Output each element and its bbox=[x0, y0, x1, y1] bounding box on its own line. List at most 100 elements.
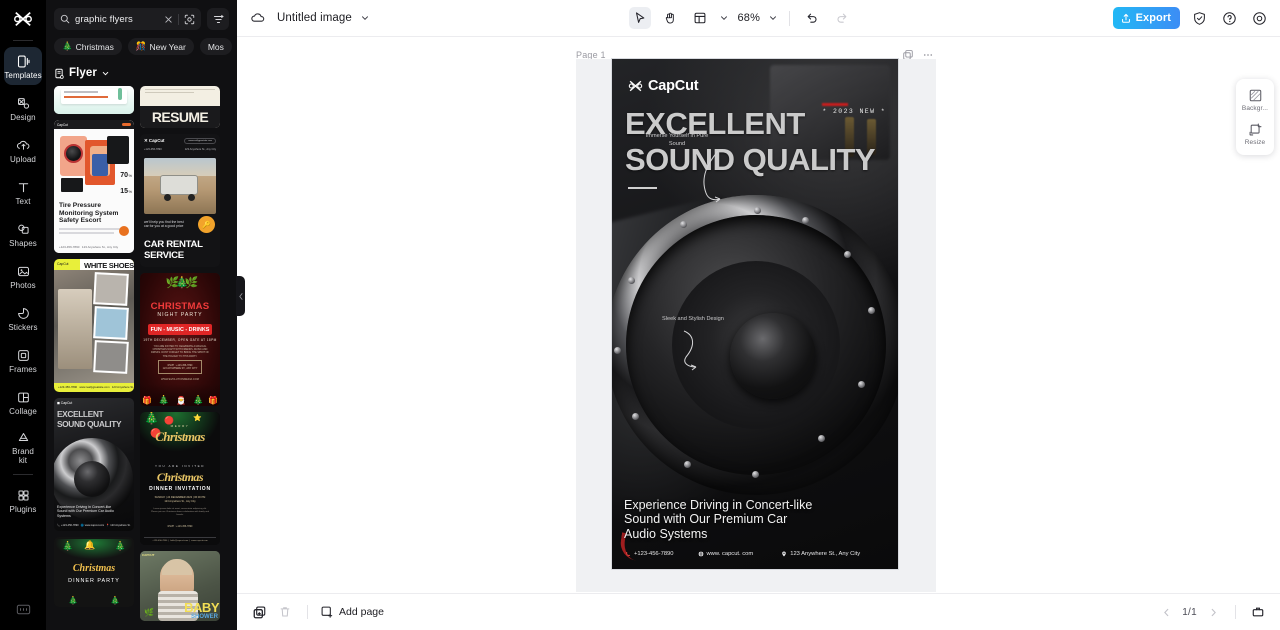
card-title: Christmas bbox=[156, 470, 204, 484]
card-title: EXCELLENT SOUND QUALITY bbox=[57, 409, 122, 429]
card-title: CHRISTMAS bbox=[150, 301, 210, 312]
canvas-area[interactable]: Page 1 CapCut EXCELLENT SOUND QUALITY * … bbox=[237, 37, 1280, 593]
template-card-resume[interactable]: RESUME bbox=[140, 86, 220, 128]
speaker-photo bbox=[612, 195, 898, 495]
sidebar-item-label: Frames bbox=[9, 365, 37, 374]
layout-button[interactable] bbox=[689, 7, 711, 29]
card-title: Tire Pressure Monitoring System Safety E… bbox=[59, 202, 119, 225]
chip-most-popular[interactable]: Mos bbox=[199, 38, 232, 55]
search-input[interactable]: graphic flyers bbox=[54, 8, 201, 30]
next-page-button[interactable] bbox=[1203, 602, 1223, 622]
sidebar-item-templates[interactable]: Templates bbox=[4, 47, 42, 85]
category-selector[interactable]: Flyer bbox=[46, 55, 237, 86]
brand-lockup[interactable]: CapCut bbox=[628, 78, 699, 94]
hand-tool-button[interactable] bbox=[659, 7, 681, 29]
keyboard-shortcuts-icon[interactable] bbox=[0, 603, 46, 616]
brand-kit-icon bbox=[16, 429, 31, 445]
sidebar-item-shapes[interactable]: Shapes bbox=[4, 215, 42, 253]
document-title[interactable]: Untitled image bbox=[277, 12, 352, 24]
help-button[interactable] bbox=[1218, 7, 1240, 29]
search-row: graphic flyers bbox=[46, 0, 237, 30]
template-card-green-contact[interactable] bbox=[54, 86, 134, 114]
card-brand: CapCut bbox=[57, 262, 69, 267]
sidebar-item-label: Photos bbox=[10, 281, 36, 290]
zoom-level[interactable]: 68% bbox=[737, 12, 760, 24]
footer-headline[interactable]: Experience Driving in Concert-like Sound… bbox=[624, 498, 814, 542]
redo-button[interactable] bbox=[831, 7, 853, 29]
sidebar-item-brand-kit[interactable]: Brand kit bbox=[4, 425, 42, 468]
page-count: 1/1 bbox=[1182, 606, 1197, 618]
capcut-logo-icon[interactable] bbox=[0, 0, 46, 38]
shield-check-icon bbox=[1192, 11, 1207, 26]
new-badge[interactable]: * 2023 NEW * bbox=[822, 108, 886, 115]
sidebar-item-upload[interactable]: Upload bbox=[4, 131, 42, 169]
sidebar-item-design[interactable]: Design bbox=[4, 89, 42, 127]
visual-search-icon[interactable] bbox=[184, 14, 195, 25]
background-button[interactable]: Backgr... bbox=[1238, 84, 1272, 115]
template-card-white-shoes[interactable]: CapCut WHITE SHOES +123-456-7890 www.rea… bbox=[54, 259, 134, 392]
text-icon bbox=[16, 179, 31, 195]
sidebar-item-label: Stickers bbox=[8, 323, 38, 332]
resize-label: Resize bbox=[1244, 139, 1266, 146]
contact-address[interactable]: 123 Anywhere St., Any City bbox=[781, 551, 860, 557]
close-icon[interactable] bbox=[164, 15, 173, 24]
phone-icon bbox=[625, 551, 631, 557]
card-title: WHITE SHOES bbox=[84, 260, 134, 270]
sidebar-item-stickers[interactable]: Stickers bbox=[4, 299, 42, 337]
select-tool-button[interactable] bbox=[629, 7, 652, 29]
contact-website-label: www. capcut. com bbox=[706, 551, 754, 557]
background-label: Backgr... bbox=[1241, 105, 1269, 112]
contact-phone[interactable]: +123-456-7890 bbox=[625, 551, 674, 557]
chevron-down-icon[interactable] bbox=[719, 13, 729, 23]
template-card-tire-pressure[interactable]: CapCut 70 % 15 % Tire Pressure Monitorin… bbox=[54, 120, 134, 253]
flyer-icon bbox=[54, 68, 65, 79]
templates-panel: graphic flyers 🎄 Christmas 🎊 New Year Mo… bbox=[46, 0, 245, 630]
duplicate-button[interactable] bbox=[249, 602, 269, 622]
contact-website[interactable]: www. capcut. com bbox=[698, 551, 754, 557]
chip-new-year[interactable]: 🎊 New Year bbox=[127, 38, 194, 55]
filter-icon bbox=[213, 14, 224, 25]
speaker-dome bbox=[730, 313, 816, 399]
sidebar-item-text[interactable]: Text bbox=[4, 173, 42, 211]
settings-button[interactable] bbox=[1248, 7, 1270, 29]
card-banner: FUN - MUSIC - DRINKS bbox=[150, 326, 210, 333]
caption-sleek[interactable]: Sleek and Stylish Design bbox=[662, 316, 724, 322]
cloud-sync-icon[interactable] bbox=[247, 7, 269, 29]
panel-collapse-button[interactable] bbox=[236, 276, 245, 316]
privacy-button[interactable] bbox=[1188, 7, 1210, 29]
template-card-merry-christmas-dinner-invitation[interactable]: 🎄 🔴 🔴 ⭐ MERRY Christmas YOU ARE INVITED … bbox=[140, 412, 220, 545]
filter-button[interactable] bbox=[207, 8, 229, 30]
caption-2-arrow bbox=[683, 330, 697, 371]
template-card-excellent-sound-quality[interactable]: ◼ CapCut EXCELLENT SOUND QUALITY Experie… bbox=[54, 398, 134, 531]
template-card-christmas-night-party[interactable]: 🌿🎄🌿 CHRISTMAS NIGHT PARTY FUN - MUSIC - … bbox=[140, 273, 220, 406]
undo-button[interactable] bbox=[801, 7, 823, 29]
export-button[interactable]: Export bbox=[1112, 7, 1181, 29]
caption-immerse[interactable]: Immerse Yourself in Pure Sound bbox=[638, 133, 716, 148]
template-card-car-rental[interactable]: ✕ CapCut www.reallygreatsite.com +123-45… bbox=[140, 134, 220, 267]
templates-grid[interactable]: CapCut 70 % 15 % Tire Pressure Monitorin… bbox=[46, 86, 237, 630]
card-title: RESUME bbox=[151, 109, 209, 125]
resize-icon bbox=[1248, 122, 1263, 137]
resize-button[interactable]: Resize bbox=[1238, 118, 1272, 149]
sidebar-item-label: Shapes bbox=[9, 239, 37, 248]
sidebar-item-frames[interactable]: Frames bbox=[4, 341, 42, 379]
capcut-logo-icon bbox=[628, 80, 643, 92]
artboard-shell: CapCut EXCELLENT SOUND QUALITY * 2023 NE… bbox=[576, 58, 936, 592]
sidebar-item-photos[interactable]: Photos bbox=[4, 257, 42, 295]
add-page-button[interactable]: Add page bbox=[320, 605, 384, 619]
sidebar-item-plugins[interactable]: Plugins bbox=[4, 481, 42, 519]
template-card-christmas-dinner-party[interactable]: 🎄 🔔 🎄 Christmas DINNER PARTY 🎄 🎄 bbox=[54, 537, 134, 607]
card-title: Christmas bbox=[72, 563, 116, 574]
search-value: graphic flyers bbox=[75, 13, 133, 25]
design-artboard[interactable]: CapCut EXCELLENT SOUND QUALITY * 2023 NE… bbox=[611, 58, 899, 570]
chevron-down-icon[interactable] bbox=[360, 13, 370, 23]
chip-christmas[interactable]: 🎄 Christmas bbox=[54, 38, 122, 55]
sidebar-item-collage[interactable]: Collage bbox=[4, 383, 42, 421]
gear-icon bbox=[1252, 11, 1267, 26]
chevron-down-icon[interactable] bbox=[768, 13, 778, 23]
search-divider bbox=[178, 13, 179, 25]
present-button[interactable] bbox=[1248, 602, 1268, 622]
template-card-baby[interactable]: CAPCUT BABY SHOWER 🌿 bbox=[140, 551, 220, 621]
delete-button[interactable] bbox=[275, 602, 295, 622]
prev-page-button[interactable] bbox=[1156, 602, 1176, 622]
